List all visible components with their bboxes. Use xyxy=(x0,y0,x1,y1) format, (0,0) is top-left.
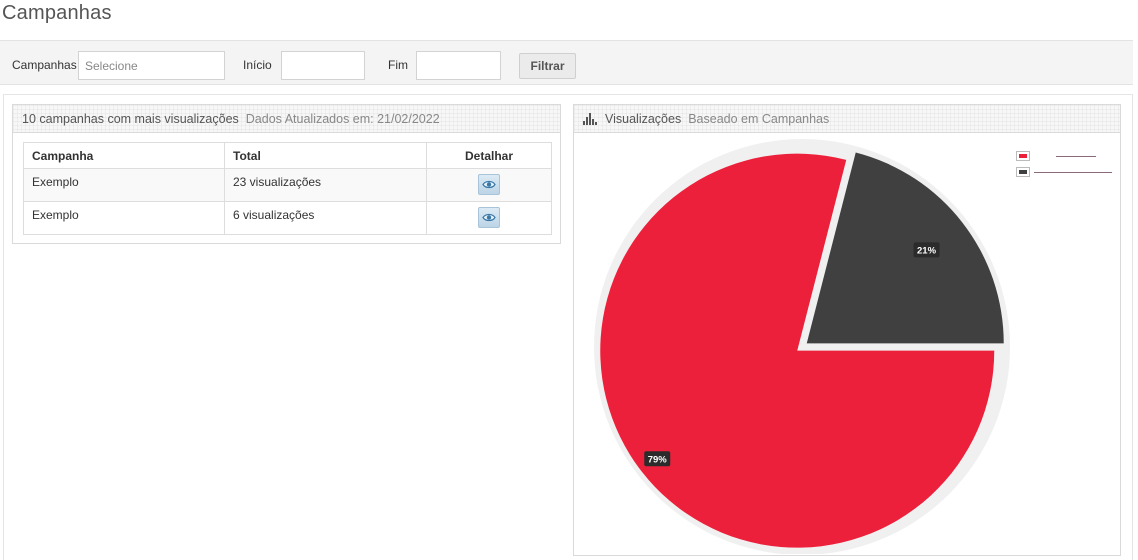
view-details-button[interactable] xyxy=(478,174,500,195)
col-header-detalhar: Detalhar xyxy=(426,142,552,169)
top-campaigns-header: 10 campanhas com mais visualizações Dado… xyxy=(13,105,560,133)
views-chart-title: Visualizações xyxy=(605,111,682,126)
pie-data-label: 21% xyxy=(913,242,940,258)
campanhas-select[interactable] xyxy=(78,51,225,80)
svg-text:21%: 21% xyxy=(917,245,937,256)
filter-bar: Campanhas Início Fim Filtrar xyxy=(0,40,1133,85)
inicio-date-input[interactable] xyxy=(281,51,365,80)
page-title: Campanhas xyxy=(2,2,112,24)
inicio-label: Início xyxy=(243,58,272,72)
table-row: Exemplo 23 visualizações xyxy=(23,168,552,202)
bar-chart-icon xyxy=(583,112,597,125)
legend-label xyxy=(1034,171,1112,173)
top-campaigns-title: 10 campanhas com mais visualizações xyxy=(22,111,239,126)
row-total: 23 visualizações xyxy=(224,168,427,202)
col-header-campanha[interactable]: Campanha xyxy=(23,142,225,169)
legend-label xyxy=(1056,155,1096,157)
views-chart-widget: Visualizações Baseado em Campanhas 79% 21… xyxy=(573,104,1121,556)
pie-chart: 79% 21% xyxy=(594,139,1010,554)
view-details-button[interactable] xyxy=(478,207,500,228)
col-header-total[interactable]: Total xyxy=(224,142,427,169)
eye-icon xyxy=(482,213,496,222)
data-updated-text: Dados Atualizados em: 21/02/2022 xyxy=(245,111,440,126)
legend-swatch xyxy=(1016,167,1030,177)
table-row: Exemplo 6 visualizações xyxy=(23,201,552,235)
legend-item[interactable] xyxy=(1016,148,1112,164)
svg-text:79%: 79% xyxy=(648,454,668,465)
fim-label: Fim xyxy=(388,58,408,72)
row-detail-cell xyxy=(426,201,552,235)
chart-legend xyxy=(1016,148,1112,180)
campaigns-table: Campanha Total Detalhar Exemplo 23 visua… xyxy=(23,142,552,235)
row-campaign-name: Exemplo xyxy=(23,168,225,202)
eye-icon xyxy=(482,180,496,189)
campanhas-label: Campanhas xyxy=(12,58,77,72)
row-total: 6 visualizações xyxy=(224,201,427,235)
top-campaigns-widget: 10 campanhas com mais visualizações Dado… xyxy=(12,104,561,244)
pie-data-label: 79% xyxy=(644,451,671,467)
views-chart-header: Visualizações Baseado em Campanhas xyxy=(574,105,1120,133)
row-campaign-name: Exemplo xyxy=(23,201,225,235)
legend-swatch xyxy=(1016,151,1030,161)
fim-date-input[interactable] xyxy=(416,51,501,80)
legend-item[interactable] xyxy=(1016,164,1112,180)
filtrar-button[interactable]: Filtrar xyxy=(519,53,576,79)
row-detail-cell xyxy=(426,168,552,202)
views-chart-subtitle: Baseado em Campanhas xyxy=(688,111,830,126)
table-header-row: Campanha Total Detalhar xyxy=(23,142,552,169)
